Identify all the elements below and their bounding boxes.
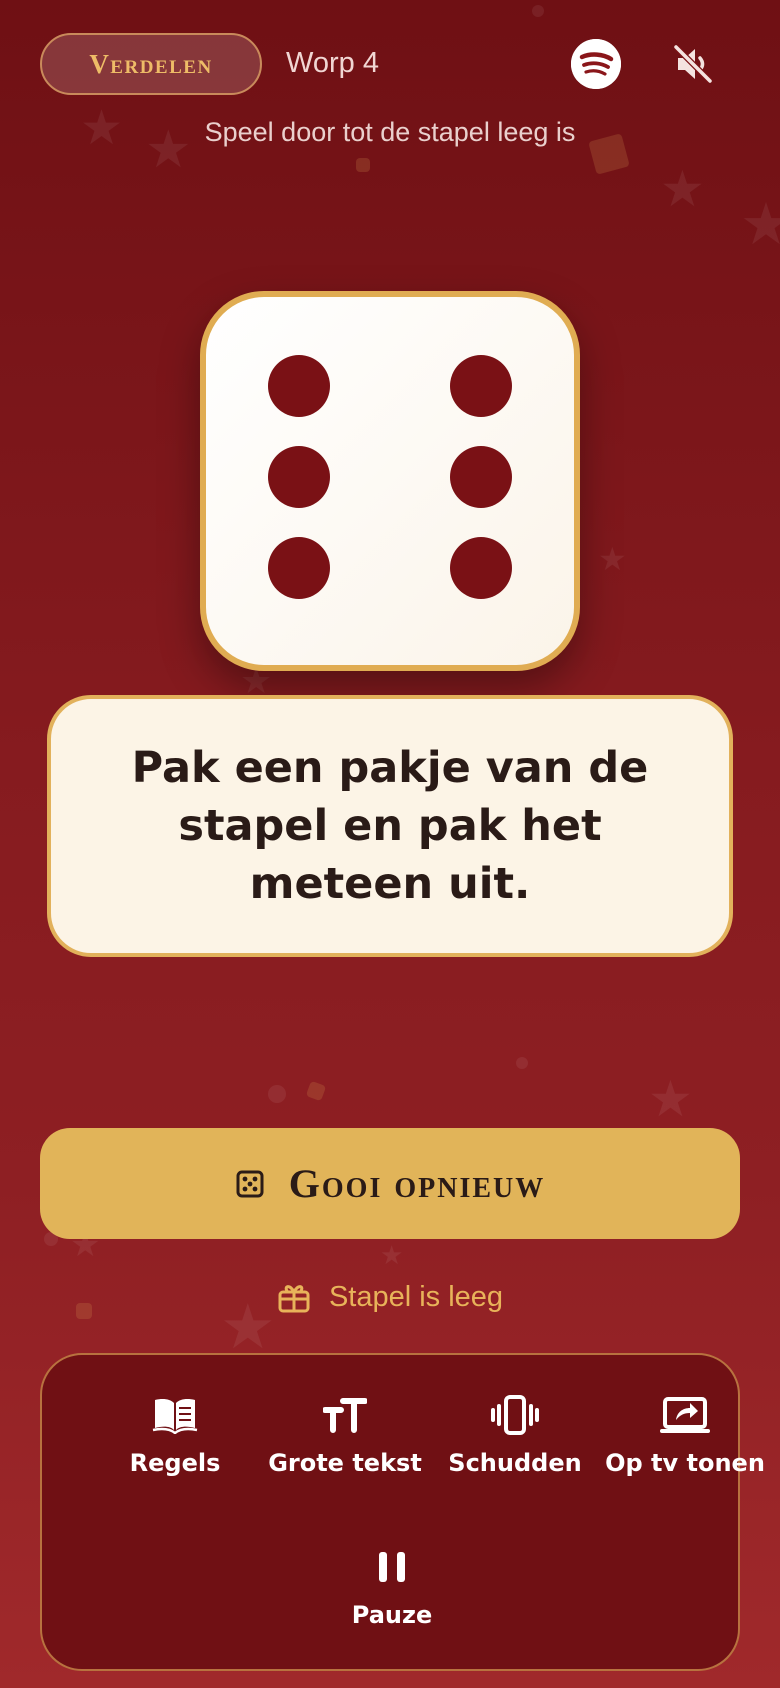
top-bar: Verdelen Worp 4 [40,33,740,95]
dice-pip [268,355,330,417]
pause-icon [379,1552,405,1582]
text-size-icon [323,1398,367,1433]
task-text: Pak een pakje van de stapel en pak het m… [131,743,649,909]
pause-button[interactable]: Pauze [307,1547,477,1629]
spotify-button[interactable] [571,39,621,89]
cast-label: Op tv tonen [605,1449,765,1477]
dice-pip [450,446,512,508]
pause-label: Pauze [351,1601,433,1629]
shake-label: Schudden [448,1449,582,1477]
dice[interactable] [200,291,580,671]
game-instruction: Speel door tot de stapel leeg is [204,117,576,147]
throw-counter: Worp 4 [286,47,379,79]
book-icon [152,1399,198,1434]
cast-button[interactable]: Op tv tonen [600,1395,770,1477]
mute-button[interactable] [668,39,718,89]
reroll-button[interactable]: Gooi opnieuw [40,1128,740,1239]
dice-icon [236,1170,264,1197]
large-text-label: Grote tekst [268,1449,422,1477]
gift-icon [278,1285,310,1313]
reroll-label: Gooi opnieuw [288,1161,546,1206]
deck-status: Stapel is leeg [0,1277,780,1317]
bottom-toolbar: Regels Grote tekst Schudden Op tv tonen … [40,1353,765,1671]
rules-label: Regels [129,1449,221,1477]
mode-button[interactable]: Verdelen [40,33,262,95]
spotify-icon [571,39,621,89]
task-card: Pak een pakje van de stapel en pak het m… [47,695,733,957]
sound-muted-icon [673,44,713,84]
dice-pip [268,537,330,599]
vibrate-icon [491,1395,539,1435]
dice-pip [450,355,512,417]
rules-button[interactable]: Regels [90,1395,260,1477]
large-text-button[interactable]: Grote tekst [260,1395,430,1477]
shake-button[interactable]: Schudden [430,1395,600,1477]
cast-icon [660,1397,710,1433]
deck-status-label: Stapel is leeg [328,1280,504,1313]
dice-pip [450,537,512,599]
dice-pip [268,446,330,508]
